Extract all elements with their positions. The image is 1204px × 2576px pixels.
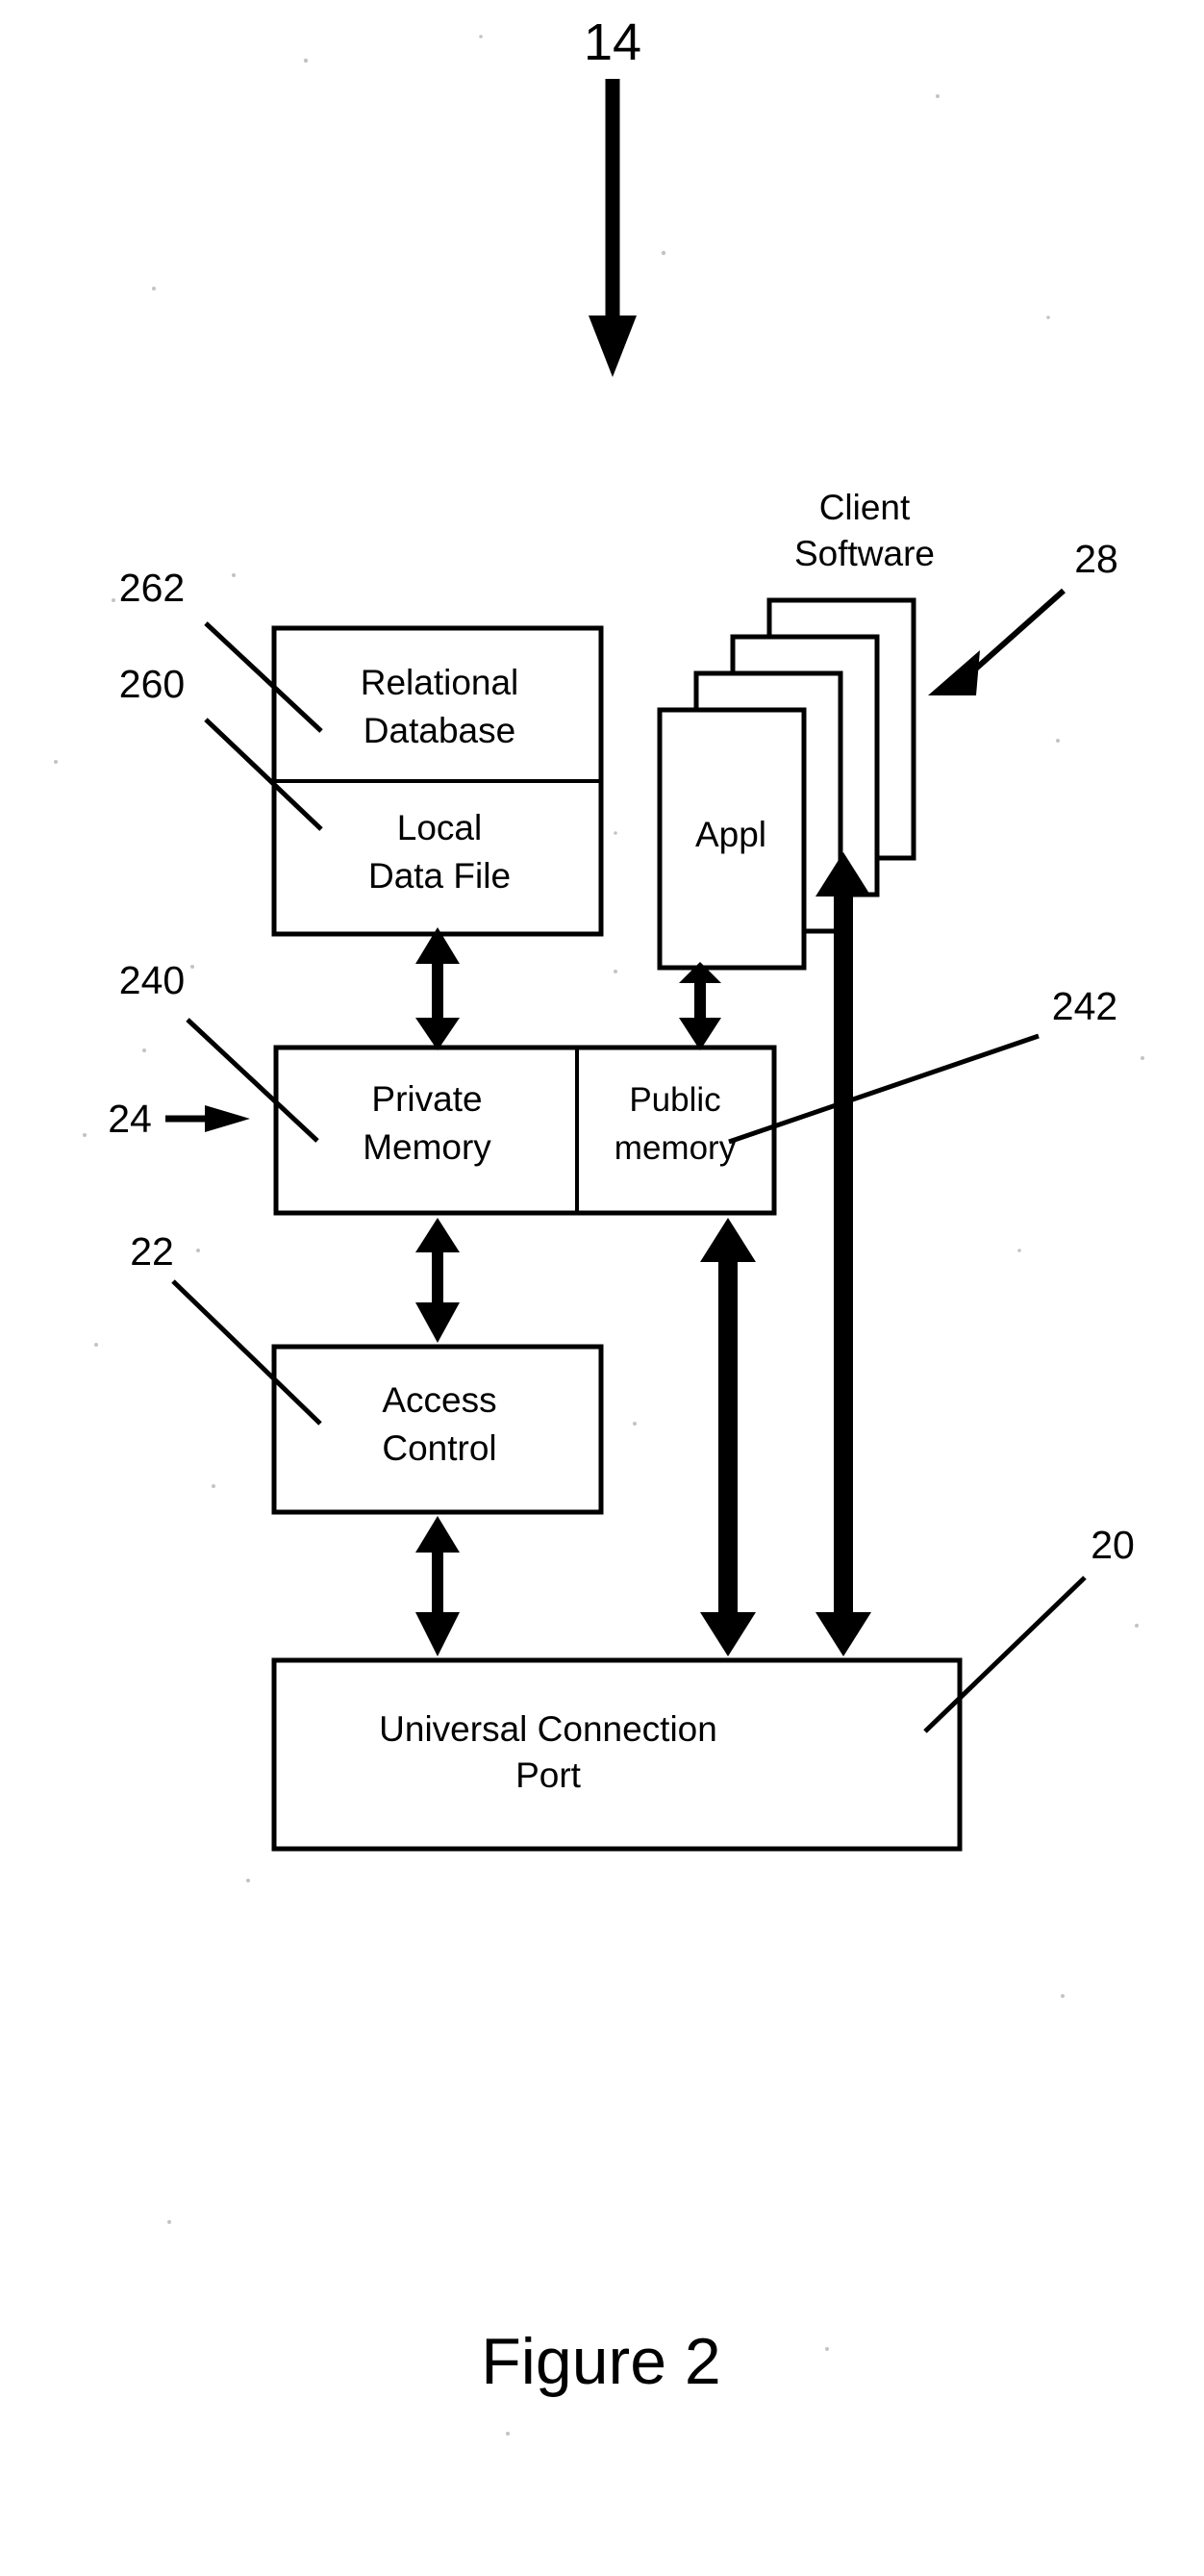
private-memory-line2: Memory (363, 1127, 491, 1167)
figure-2-diagram: 14 Client Software 28 262 260 Relational… (54, 13, 1144, 2436)
leader-arrow-28 (928, 588, 1066, 695)
ref-num-28: 28 (1074, 537, 1118, 581)
connector-access-control-port (415, 1516, 460, 1656)
ref-num-20: 20 (1091, 1523, 1135, 1567)
access-control-line1: Access (382, 1380, 496, 1420)
public-memory-line2: memory (615, 1129, 737, 1167)
application-label: Appl (695, 815, 766, 854)
leader-arrow-24 (165, 1105, 250, 1132)
local-data-file-line2: Data File (368, 856, 511, 896)
private-memory-line1: Private (371, 1079, 482, 1119)
client-software-title-line2: Software (794, 534, 935, 573)
relational-database-line2: Database (364, 711, 515, 750)
scan-specks (54, 35, 1144, 2436)
universal-connection-port-block (271, 1657, 963, 1852)
ref-num-262: 262 (119, 566, 185, 610)
relational-database-line1: Relational (361, 663, 519, 702)
universal-connection-port-line1: Universal Connection (379, 1709, 717, 1749)
universal-connection-port-line2: Port (515, 1755, 582, 1795)
connector-private-memory-access-control (415, 1218, 460, 1343)
leader-line-20 (923, 1576, 1087, 1733)
figure-caption: Figure 2 (481, 2325, 720, 2398)
system-pointer-arrow-14 (589, 79, 637, 377)
ref-num-240: 240 (119, 958, 185, 1002)
connector-appl-public-memory (679, 962, 721, 1050)
connector-public-memory-port (700, 1218, 756, 1656)
connector-datastore-private-memory (415, 927, 460, 1050)
client-software-title-line1: Client (819, 488, 911, 527)
ref-num-242: 242 (1052, 984, 1117, 1028)
patent-figure-page: 14 Client Software 28 262 260 Relational… (0, 0, 1204, 2576)
ref-num-14: 14 (584, 13, 641, 71)
access-control-line2: Control (382, 1428, 496, 1468)
ref-num-24: 24 (108, 1097, 152, 1141)
client-software-stack (657, 597, 916, 971)
local-data-file-line1: Local (397, 808, 482, 847)
connector-client-software-port (815, 852, 871, 1656)
ref-num-260: 260 (119, 662, 185, 706)
public-memory-line1: Public (629, 1081, 720, 1119)
ref-num-22: 22 (130, 1229, 174, 1274)
